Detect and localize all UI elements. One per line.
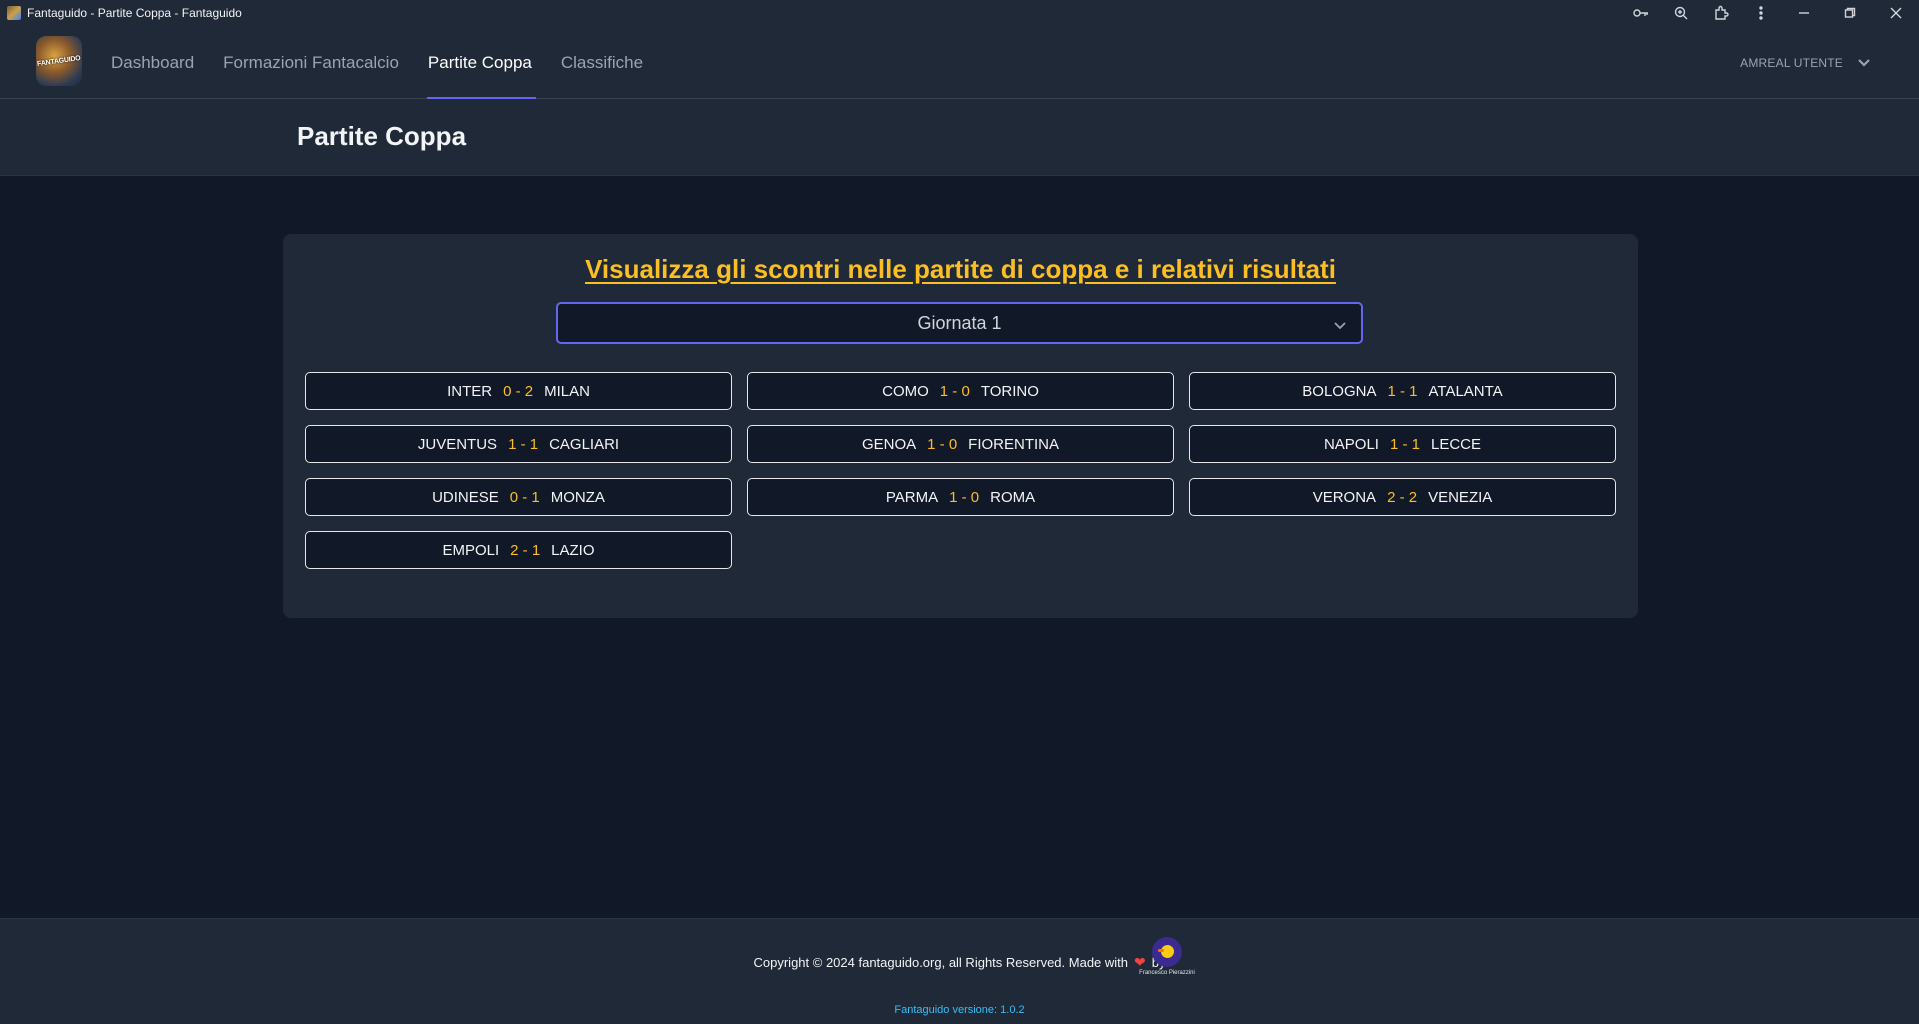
home-team: INTER (447, 382, 493, 400)
match-score: 1 - 0 (949, 488, 980, 506)
match-item[interactable]: COMO 1 - 0 TORINO (747, 372, 1174, 410)
match-item[interactable]: PARMA 1 - 0 ROMA (747, 478, 1174, 516)
match-item[interactable]: INTER 0 - 2 MILAN (305, 372, 732, 410)
match-item[interactable]: BOLOGNA 1 - 1 ATALANTA (1189, 372, 1616, 410)
away-team: ROMA (990, 488, 1036, 506)
copyright: Copyright © 2024 fantaguido.org, all Rig… (0, 954, 1919, 971)
match-item[interactable]: EMPOLI 2 - 1 LAZIO (305, 531, 732, 569)
match-item[interactable]: JUVENTUS 1 - 1 CAGLIARI (305, 425, 732, 463)
away-team: TORINO (980, 382, 1039, 400)
home-team: UDINESE (432, 488, 499, 506)
key-icon[interactable] (1621, 0, 1661, 26)
away-team: FIORENTINA (968, 435, 1060, 453)
match-item[interactable]: VERONA 2 - 2 VENEZIA (1189, 478, 1616, 516)
cup-matches-card: Visualizza gli scontri nelle partite di … (283, 234, 1638, 618)
away-team: MONZA (550, 488, 605, 506)
nav-link-partite-coppa[interactable]: Partite Coppa (426, 26, 536, 99)
match-score: 1 - 0 (927, 435, 958, 453)
away-team: LAZIO (551, 541, 595, 559)
page-header: Partite Coppa (0, 99, 1919, 176)
app-icon (7, 6, 21, 20)
matchday-select-value: Giornata 1 (917, 312, 1002, 333)
copyright-text: Copyright © 2024 fantaguido.org, all Rig… (753, 955, 1129, 970)
matches-grid: INTER 0 - 2 MILAN COMO 1 - 0 TORINO BOLOGNA 1 -… (305, 372, 1616, 569)
match-score: 2 - 2 (1387, 488, 1418, 506)
close-icon[interactable] (1873, 0, 1919, 26)
logo-text: FANTAGUIDO (36, 54, 82, 68)
home-team: BOLOGNA (1302, 382, 1377, 400)
version-text: Fantaguido versione: 1.0.2 (894, 1004, 1025, 1016)
match-score: 2 - 1 (510, 541, 541, 559)
minimize-icon[interactable] (1781, 0, 1827, 26)
match-score: 1 - 1 (1387, 382, 1418, 400)
nav-links: Dashboard Formazioni Fantacalcio Partite… (111, 26, 672, 99)
home-team: EMPOLI (442, 541, 500, 559)
away-team: MILAN (544, 382, 590, 400)
home-team: PARMA (885, 488, 939, 506)
nav-link-classifiche[interactable]: Classifiche (561, 26, 643, 99)
author-logo[interactable]: Francesco Pierazzini (1131, 937, 1203, 981)
match-score: 0 - 2 (503, 382, 534, 400)
user-menu[interactable]: AMREAL UTENTE (1740, 26, 1871, 99)
nav-link-dashboard[interactable]: Dashboard (111, 26, 194, 99)
home-team: JUVENTUS (417, 435, 498, 453)
home-team: VERONA (1312, 488, 1377, 506)
away-team: CAGLIARI (549, 435, 620, 453)
extensions-icon[interactable] (1701, 0, 1741, 26)
match-score: 0 - 1 (509, 488, 540, 506)
nav-link-formazioni-fantacalcio[interactable]: Formazioni Fantacalcio (223, 26, 399, 99)
fantaguido-logo[interactable]: FANTAGUIDO (36, 36, 82, 86)
away-team: VENEZIA (1428, 488, 1493, 506)
more-icon[interactable] (1741, 0, 1781, 26)
window-titlebar: Fantaguido - Partite Coppa - Fantaguido (0, 0, 1919, 26)
chevron-down-icon (1333, 316, 1347, 337)
match-score: 1 - 1 (508, 435, 539, 453)
away-team: ATALANTA (1428, 382, 1503, 400)
page-title: Partite Coppa (297, 121, 467, 151)
window-controls (1621, 0, 1919, 26)
user-name: AMREAL UTENTE (1740, 55, 1843, 70)
author-logo-text: Francesco Pierazzini (1139, 970, 1195, 976)
match-score: 1 - 1 (1389, 435, 1420, 453)
zoom-icon[interactable] (1661, 0, 1701, 26)
match-score: 1 - 0 (939, 382, 970, 400)
top-navbar: FANTAGUIDO Dashboard Formazioni Fantacal… (0, 26, 1919, 99)
restore-icon[interactable] (1827, 0, 1873, 26)
duck-icon (1152, 937, 1182, 967)
home-team: NAPOLI (1323, 435, 1379, 453)
home-team: GENOA (861, 435, 917, 453)
footer: Copyright © 2024 fantaguido.org, all Rig… (0, 918, 1919, 1024)
matchday-select[interactable]: Giornata 1 (556, 302, 1363, 344)
match-item[interactable]: UDINESE 0 - 1 MONZA (305, 478, 732, 516)
home-team: COMO (882, 382, 929, 400)
card-heading: Visualizza gli scontri nelle partite di … (585, 254, 1336, 284)
window-title: Fantaguido - Partite Coppa - Fantaguido (27, 6, 242, 20)
away-team: LECCE (1431, 435, 1482, 453)
chevron-down-icon (1858, 58, 1870, 67)
match-item[interactable]: GENOA 1 - 0 FIORENTINA (747, 425, 1174, 463)
match-item[interactable]: NAPOLI 1 - 1 LECCE (1189, 425, 1616, 463)
